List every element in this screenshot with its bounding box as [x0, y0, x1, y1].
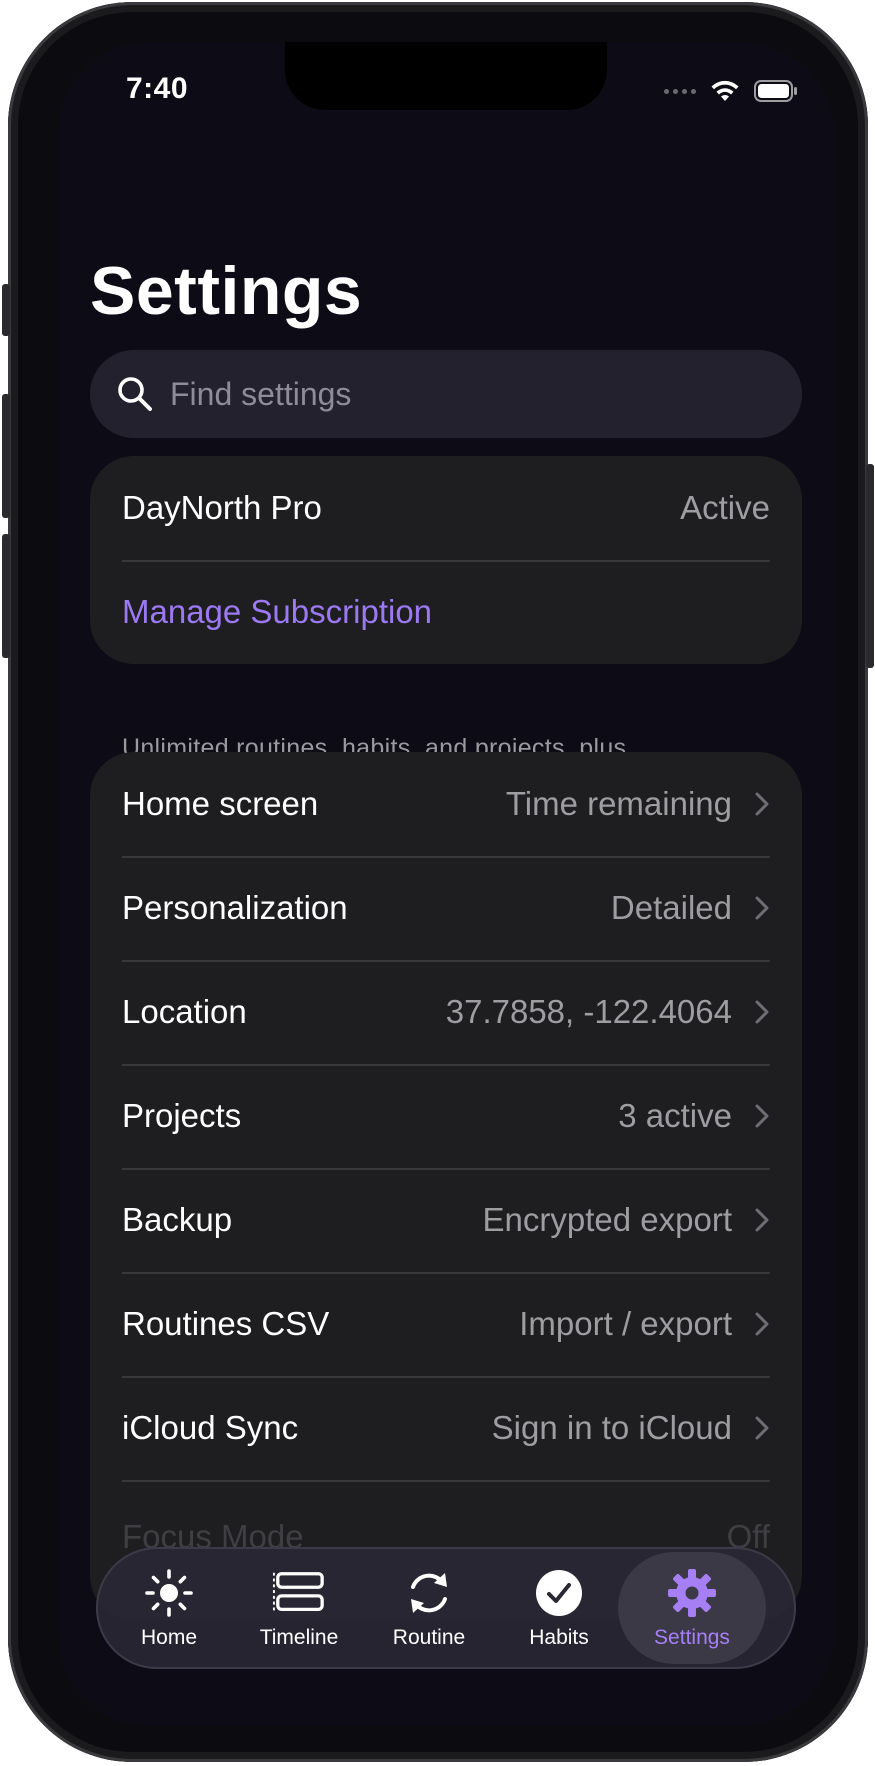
- volume-down-button: [2, 534, 10, 658]
- search-placeholder: Find settings: [170, 375, 352, 412]
- timeline-icon: [272, 1566, 326, 1620]
- page-title: Settings: [90, 253, 363, 329]
- manage-subscription-link[interactable]: Manage Subscription: [122, 593, 432, 631]
- chevron-right-icon: [755, 896, 769, 920]
- chevron-right-icon: [755, 1312, 769, 1336]
- action-button: [2, 284, 10, 336]
- screen: 7:40 Settings Find settings DayNorth Pro…: [58, 42, 834, 1726]
- setting-row-routines-csv[interactable]: Routines CSV Import / export: [90, 1272, 802, 1376]
- setting-value: Time remaining: [505, 785, 732, 822]
- setting-row-projects[interactable]: Projects 3 active: [90, 1064, 802, 1168]
- setting-label: Home screen: [122, 785, 319, 822]
- setting-row-location[interactable]: Location 37.7858, -122.4064: [90, 960, 802, 1064]
- checkmark-circle-icon: [532, 1566, 586, 1620]
- product-name: DayNorth Pro: [122, 489, 322, 526]
- setting-label: Routines CSV: [122, 1305, 330, 1342]
- tab-label: Settings: [654, 1626, 730, 1649]
- chevron-right-icon: [755, 1000, 769, 1024]
- setting-value: Import / export: [519, 1305, 732, 1342]
- setting-row-backup[interactable]: Backup Encrypted export: [90, 1168, 802, 1272]
- tab-label: Habits: [529, 1626, 589, 1649]
- tab-settings[interactable]: Settings: [618, 1552, 766, 1664]
- setting-row-home-screen[interactable]: Home screen Time remaining: [90, 752, 802, 856]
- tab-label: Timeline: [259, 1626, 339, 1649]
- subscription-row: DayNorth Pro Active: [90, 456, 802, 560]
- tab-routine[interactable]: Routine: [364, 1547, 494, 1669]
- setting-label: Location: [122, 993, 247, 1030]
- wifi-icon: [711, 80, 739, 101]
- cellular-signal-icon: [664, 88, 696, 94]
- magnifying-glass-icon: [118, 377, 152, 411]
- tab-timeline[interactable]: Timeline: [234, 1547, 364, 1669]
- volume-up-button: [2, 394, 10, 518]
- notch: [285, 42, 607, 110]
- refresh-icon: [402, 1566, 456, 1620]
- tab-bar: Home Timeline Routine Habits Settings: [96, 1547, 796, 1669]
- tab-label: Routine: [392, 1626, 466, 1649]
- manage-subscription-row[interactable]: Manage Subscription: [90, 560, 802, 664]
- subscription-card: DayNorth Pro Active Manage Subscription: [90, 456, 802, 664]
- setting-value: Detailed: [610, 889, 732, 926]
- gear-icon: [665, 1566, 719, 1620]
- setting-label: iCloud Sync: [122, 1409, 299, 1446]
- phone-frame: 7:40 Settings Find settings DayNorth Pro…: [2, 2, 874, 1762]
- setting-label: Projects: [122, 1097, 242, 1134]
- setting-value: Sign in to iCloud: [491, 1409, 732, 1446]
- status-time: 7:40: [126, 72, 189, 105]
- tab-habits[interactable]: Habits: [494, 1547, 624, 1669]
- battery-icon: [754, 80, 797, 102]
- chevron-right-icon: [755, 1104, 769, 1128]
- setting-label: Personalization: [122, 889, 348, 926]
- setting-row-personalization[interactable]: Personalization Detailed: [90, 856, 802, 960]
- setting-row-icloud-sync[interactable]: iCloud Sync Sign in to iCloud: [90, 1376, 802, 1480]
- subscription-status: Active: [680, 489, 770, 526]
- setting-value: 3 active: [618, 1097, 732, 1134]
- setting-value: Encrypted export: [482, 1201, 732, 1238]
- tab-label: Home: [140, 1626, 198, 1649]
- tab-home[interactable]: Home: [104, 1547, 234, 1669]
- chevron-right-icon: [755, 1208, 769, 1232]
- chevron-right-icon: [755, 792, 769, 816]
- setting-value: 37.7858, -122.4064: [445, 993, 732, 1030]
- sun-icon: [142, 1566, 196, 1620]
- chevron-right-icon: [755, 1416, 769, 1440]
- setting-label: Backup: [122, 1201, 233, 1238]
- power-button: [866, 464, 874, 668]
- search-field[interactable]: Find settings: [90, 350, 802, 438]
- status-icons: [664, 78, 798, 104]
